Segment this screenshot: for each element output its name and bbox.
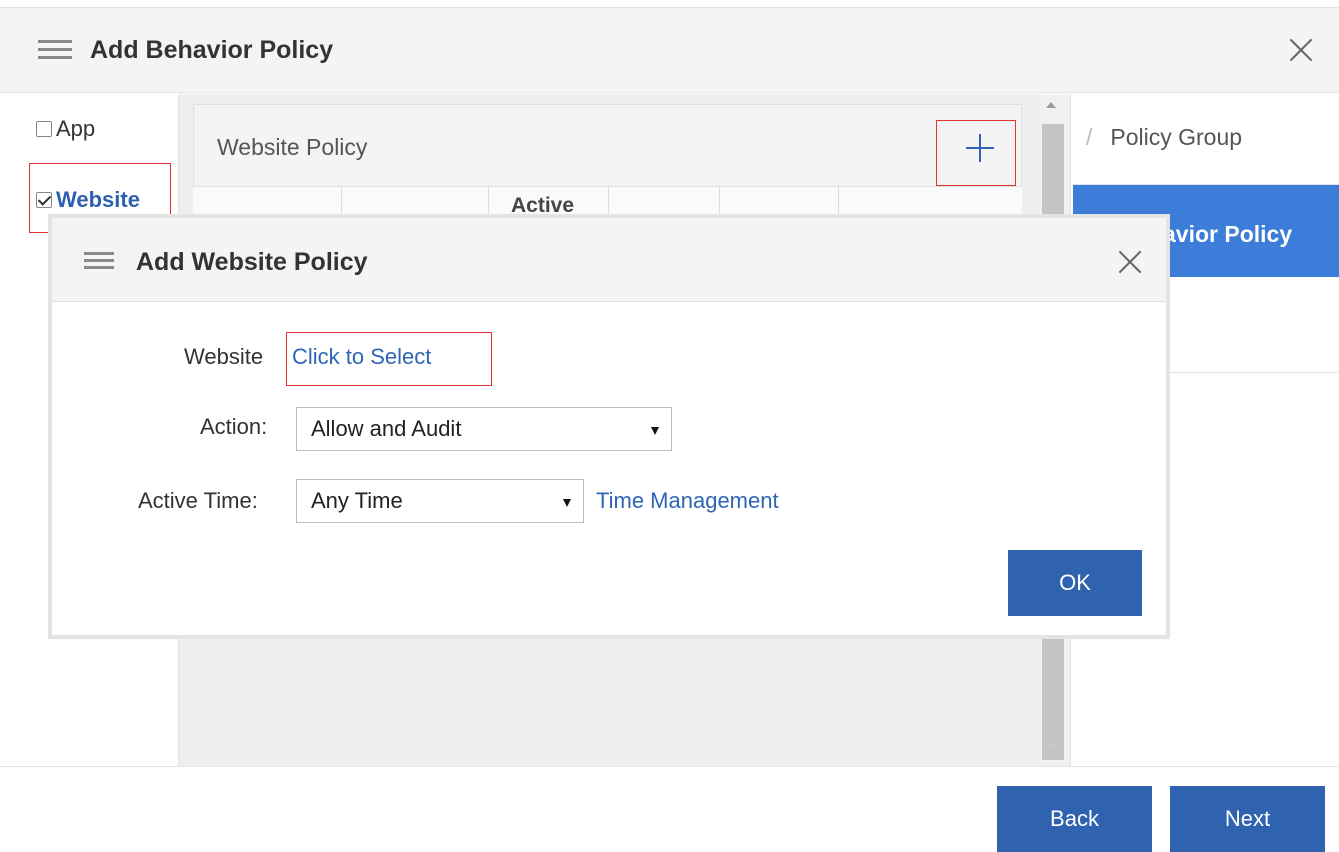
website-policy-table-header — [193, 186, 1022, 215]
scroll-down-icon[interactable] — [1046, 743, 1056, 749]
close-icon[interactable] — [1289, 38, 1313, 62]
step-behavior-policy-label: avior Policy — [1163, 221, 1293, 247]
main-dialog-title: Add Behavior Policy — [90, 36, 334, 64]
select-link-highlight-box — [286, 332, 492, 386]
menu-icon — [38, 40, 72, 60]
action-select-value: Allow and Audit — [311, 416, 462, 441]
action-label: Action: — [200, 414, 268, 439]
website-label: Website — [184, 344, 264, 369]
close-icon[interactable] — [1118, 250, 1142, 274]
active-time-select[interactable]: Any Time — [296, 479, 584, 523]
time-management-link[interactable]: Time Management — [596, 488, 779, 514]
app-checkbox[interactable] — [36, 121, 52, 137]
step-policy-group: / Policy Group — [1086, 124, 1242, 151]
dropdown-arrow-icon — [563, 499, 571, 507]
back-button[interactable]: Back — [997, 786, 1152, 852]
active-time-label: Active Time: — [138, 488, 258, 513]
sub-dialog-title: Add Website Policy — [136, 248, 368, 276]
dropdown-arrow-icon — [651, 427, 659, 435]
menu-icon — [84, 252, 114, 270]
step-separator-icon: / — [1086, 124, 1093, 150]
type-app-option[interactable]: App — [36, 116, 95, 142]
active-time-select-value: Any Time — [311, 488, 403, 513]
type-app-label: App — [56, 116, 96, 141]
ok-button[interactable]: OK — [1008, 550, 1142, 616]
add-button-highlight-box — [936, 120, 1016, 186]
main-dialog-header: Add Behavior Policy — [0, 7, 1339, 93]
sub-dialog-header: Add Website Policy — [52, 218, 1166, 302]
action-select[interactable]: Allow and Audit — [296, 407, 672, 451]
add-website-policy-dialog: Add Website Policy Website Click to Sele… — [48, 214, 1170, 639]
step-policy-group-label: Policy Group — [1110, 124, 1243, 150]
scroll-up-icon[interactable] — [1046, 102, 1056, 108]
website-policy-title: Website Policy — [217, 134, 368, 160]
next-button[interactable]: Next — [1170, 786, 1325, 852]
